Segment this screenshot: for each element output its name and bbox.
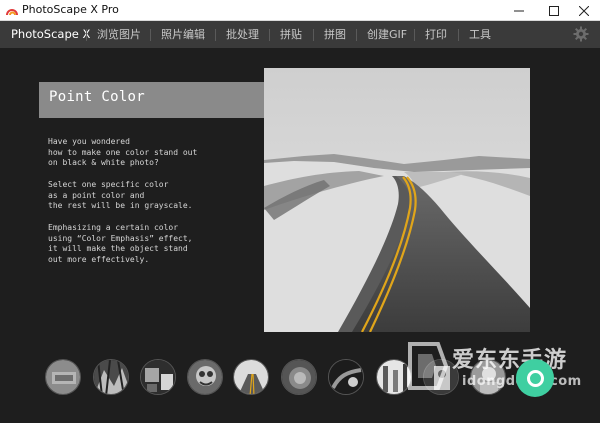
menu-separator [458, 29, 459, 41]
gear-icon[interactable] [573, 26, 589, 42]
menu-item-editor[interactable]: 照片编辑 [161, 21, 205, 48]
close-icon [579, 5, 589, 16]
thumbnail-4[interactable] [187, 359, 223, 395]
menu-bar: PhotoScape X 浏览图片 照片编辑 批处理 拼贴 拼图 创建GIF 打… [0, 21, 600, 48]
menu-separator [313, 29, 314, 41]
feature-paragraph: Select one specific color as a point col… [48, 180, 193, 211]
menu-separator [86, 29, 87, 41]
watermark-logo-icon [408, 342, 449, 390]
thumbnail-2[interactable] [93, 359, 129, 395]
example-photo [264, 68, 530, 332]
menu-separator [150, 29, 151, 41]
menu-separator [269, 29, 270, 41]
menu-item-print[interactable]: 打印 [425, 21, 447, 48]
feature-paragraph: Have you wondered how to make one color … [48, 137, 198, 168]
main-area: Point Color Have you wondered how to mak… [0, 48, 600, 423]
window-title: PhotoScape X Pro [22, 3, 119, 16]
close-button[interactable] [568, 0, 600, 21]
menu-item-gif[interactable]: 创建GIF [367, 21, 407, 48]
circle-icon [526, 369, 544, 387]
menu-brand[interactable]: PhotoScape X [11, 21, 90, 48]
thumbnail-1[interactable] [45, 359, 81, 395]
menu-item-tools[interactable]: 工具 [469, 21, 491, 48]
menu-separator [356, 29, 357, 41]
thumbnail-5[interactable] [233, 359, 269, 395]
feature-title: Point Color [49, 89, 146, 105]
feature-banner: Point Color [39, 82, 286, 118]
menu-item-browse[interactable]: 浏览图片 [97, 21, 141, 48]
menu-item-batch[interactable]: 批处理 [226, 21, 259, 48]
app-logo-icon [6, 9, 18, 16]
menu-item-collage[interactable]: 拼贴 [280, 21, 302, 48]
title-bar: PhotoScape X Pro [0, 0, 600, 21]
minimize-icon [514, 10, 524, 11]
thumbnail-6[interactable] [281, 359, 317, 395]
menu-separator [215, 29, 216, 41]
thumbnail-7[interactable] [328, 359, 364, 395]
menu-item-combine[interactable]: 拼图 [324, 21, 346, 48]
maximize-icon [549, 5, 559, 16]
action-button[interactable] [516, 359, 554, 397]
watermark: 爱东东手游 idongdong.com [402, 334, 598, 404]
thumbnail-3[interactable] [140, 359, 176, 395]
minimize-button[interactable] [500, 0, 538, 21]
menu-separator [414, 29, 415, 41]
feature-paragraph: Emphasizing a certain color using “Color… [48, 223, 193, 264]
